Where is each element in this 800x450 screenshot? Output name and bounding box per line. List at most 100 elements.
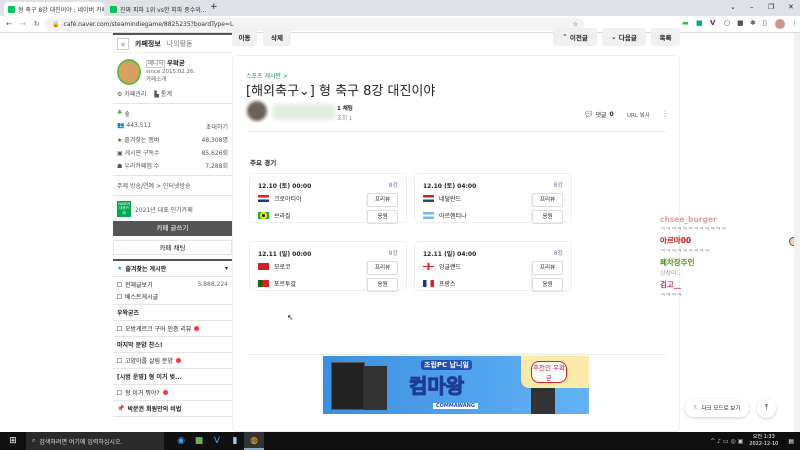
side-panel-icon[interactable]: ▯ <box>763 19 767 27</box>
divider <box>248 131 666 132</box>
extension-icon[interactable]: ■ <box>737 19 744 27</box>
write-post-button[interactable]: 카페 글쓰기 <box>113 221 232 236</box>
maximize-button[interactable]: ❐ <box>768 3 774 11</box>
preview-button[interactable]: 프리뷰 <box>532 261 563 275</box>
members-icon: 👥 <box>117 122 125 129</box>
bookmark-star-icon[interactable]: ☆ <box>573 21 578 28</box>
scrollbar[interactable] <box>794 33 800 432</box>
clock-date[interactable]: 2022-12-10 <box>749 441 778 448</box>
team-name: 네덜란드 <box>439 196 462 203</box>
minecraft-icon[interactable]: ■ <box>190 436 208 446</box>
chrome-icon[interactable]: ◍ <box>244 432 264 450</box>
more-icon[interactable]: ⋮ <box>661 109 669 118</box>
address-bar-row: ← → ↻ 🔒 cafe.naver.com/steamindiegame/88252… <box>0 16 800 33</box>
clock-time[interactable]: 오전 1:33 <box>749 434 778 441</box>
mouse-cursor-icon: ↖ <box>287 313 294 322</box>
manager-name[interactable]: 우왁굳 <box>167 59 185 67</box>
preview-button[interactable]: 프리뷰 <box>367 193 398 207</box>
cheer-button[interactable]: 응원 <box>532 210 563 224</box>
extension-v-icon[interactable]: V <box>710 19 715 27</box>
minimize-button[interactable]: – <box>750 3 754 11</box>
flag-icon <box>423 280 434 287</box>
tray-icons[interactable]: ^ ♪ ▭ ◎ ▣ <box>710 438 743 445</box>
tab-search-button[interactable]: ⌄ <box>730 3 736 11</box>
menu-board[interactable]: 형 이거 뭐야? <box>125 388 160 397</box>
cafe-intro-link[interactable]: 카페소개 <box>146 77 166 83</box>
app-icon[interactable]: ▮ <box>226 436 244 446</box>
list-button[interactable]: 목록 <box>651 28 680 46</box>
url-copy-button[interactable]: URL 복사 <box>627 111 650 119</box>
cafe-avatar <box>117 59 141 85</box>
flag-icon <box>423 212 434 219</box>
notification-icon[interactable]: ▤ <box>788 438 794 445</box>
flag-icon <box>258 263 269 270</box>
menu-best-posts[interactable]: 베스트게시글 <box>125 292 158 301</box>
new-tab-button[interactable]: + <box>210 2 218 12</box>
board-link[interactable]: 스포츠 게시판 > <box>246 71 288 80</box>
back-icon[interactable]: ← <box>6 20 12 28</box>
menu-group[interactable]: 박문권 회원만의 비법 <box>127 404 181 413</box>
board-icon <box>117 294 122 299</box>
chat-message: 아르마00 ㅋㅋㅋㅋㅋㅋㅋㅋㅋ <box>660 235 800 255</box>
star-icon[interactable]: ★ <box>117 37 129 50</box>
favorite-boards-toggle[interactable]: 즐겨찾는 게시판 <box>125 264 166 273</box>
preview-button[interactable]: 프리뷰 <box>532 193 563 207</box>
invite-link[interactable]: 초대하기 <box>206 122 228 131</box>
lock-icon: 🔒 <box>52 21 60 28</box>
team-name: 프랑스 <box>439 281 456 288</box>
windows-start-icon[interactable]: ⊞ <box>0 436 26 446</box>
cheer-button[interactable]: 응원 <box>532 278 563 292</box>
chevron-down-icon[interactable]: ▾ <box>225 265 228 272</box>
next-post-button[interactable]: ⌄ 다음글 <box>602 28 646 46</box>
match-datetime: 12.10 (토) 00:00 <box>258 183 312 190</box>
cafe-manage-link[interactable]: ⚙ 카페관리 <box>117 89 146 98</box>
chat-text: ㅋㅋㅋㅋ <box>660 292 683 299</box>
extension-icon[interactable]: ▬ <box>682 19 689 27</box>
match-datetime: 12.11 (일) 04:00 <box>423 251 477 258</box>
move-button[interactable]: 이동 <box>232 28 257 46</box>
chat-text: ㅋㅋㅋㅋㅋㅋㅋㅋㅋ <box>660 248 710 255</box>
board-icon <box>117 390 122 395</box>
reload-icon[interactable]: ↻ <box>34 20 40 28</box>
puzzle-icon[interactable]: ✱ <box>750 19 756 27</box>
vscode-like-icon[interactable]: V <box>208 436 226 446</box>
tab-cafe-info[interactable]: 카페정보 <box>135 39 161 49</box>
edge-icon[interactable]: ◉ <box>172 436 190 446</box>
cheer-button[interactable]: 응원 <box>367 278 398 292</box>
cafe-chat-button[interactable]: 카페 채팅 <box>113 240 232 255</box>
url-input[interactable]: 🔒 cafe.naver.com/steamindiegame/8825235?b… <box>44 18 584 31</box>
cheer-button[interactable]: 응원 <box>367 210 398 224</box>
match-round: 8강 <box>553 250 563 257</box>
browser-tab-active[interactable]: 형 축구 8강 대진이야 : 네이버 카페✕ <box>4 2 104 16</box>
profile-avatar[interactable] <box>775 19 785 29</box>
cafe-topic[interactable]: 주제 방송/연예 > 인터넷방송 <box>113 179 232 192</box>
rank-icon: ♣ <box>117 109 123 116</box>
flag-icon <box>258 280 269 287</box>
preview-button[interactable]: 프리뷰 <box>367 261 398 275</box>
pin-icon: 📌 <box>117 405 125 412</box>
taskbar-search[interactable]: ⌕ 검색하려면 여기에 입력하십시오. <box>26 432 164 450</box>
comments-button[interactable]: 💬 댓글 0 <box>585 110 614 119</box>
tab-my-activity[interactable]: 나의활동 <box>167 39 193 49</box>
menu-board[interactable]: 오방게르크 구어 인증 리뷰 <box>125 324 191 333</box>
extension-o-icon[interactable]: ○ <box>724 19 730 27</box>
menu-board[interactable]: 고양이를 살림 분양 <box>125 356 173 365</box>
extension-icon[interactable]: ■ <box>696 19 703 27</box>
delete-button[interactable]: 삭제 <box>263 28 291 46</box>
dark-mode-button[interactable]: ☾ 다크 모드로 보기 <box>685 399 749 417</box>
ad-banner[interactable]: 조립PC 납니일 컴마왕 COMMAWANG 추천인 우왁굳 <box>323 356 589 414</box>
close-window-button[interactable]: ✕ <box>788 3 794 11</box>
forward-icon[interactable]: → <box>20 20 26 28</box>
star-icon: ★ <box>117 265 123 272</box>
new-badge-icon <box>175 358 181 363</box>
team-name: 포르투갈 <box>274 281 297 288</box>
prev-post-button[interactable]: ⌃ 이전글 <box>553 28 597 46</box>
stats-link[interactable]: ▙ 통계 <box>154 89 172 98</box>
menu-all-posts[interactable]: 전체글보기 <box>125 280 153 289</box>
menu-icon[interactable]: ⋮ <box>791 19 798 27</box>
chat-username: 페차장주인 <box>660 258 695 267</box>
pc-case-image <box>363 366 387 410</box>
browser-tab[interactable]: 진짜 피파 1위 vs한 피파 중수와...✕ <box>106 2 206 16</box>
scroll-top-button[interactable]: ⤒ <box>757 399 776 418</box>
match-round: 8강 <box>553 182 563 189</box>
